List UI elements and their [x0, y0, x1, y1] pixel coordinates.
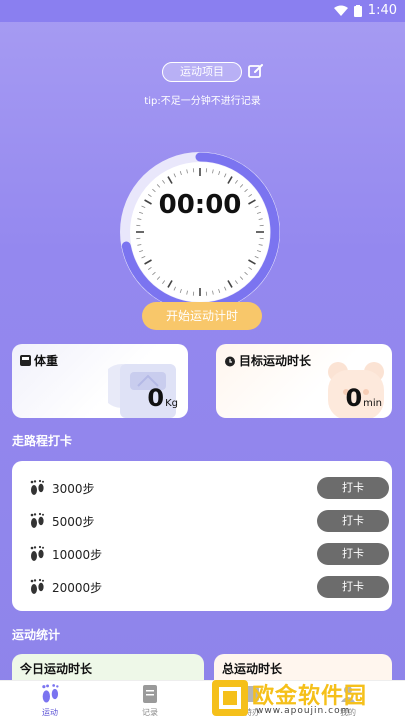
weight-title: 体重 [20, 352, 58, 369]
wifi-icon [333, 5, 348, 16]
watermark-logo-icon [212, 680, 248, 716]
tip-text: tip:不足一分钟不进行记录 [144, 96, 261, 107]
today-duration-label: 今日运动时长 [20, 662, 93, 676]
edit-icon[interactable] [248, 63, 264, 79]
walk-label-3000: 3000步 [52, 481, 95, 496]
walk-label-20000: 20000步 [52, 580, 103, 595]
footprint-icon [42, 684, 59, 703]
weight-icon [20, 355, 31, 366]
timer-display: 00:00 [158, 190, 242, 220]
target-value: 0min [345, 384, 382, 412]
timer-dial [120, 152, 280, 312]
status-bar: 1:40 [0, 0, 405, 22]
footprint-icon [30, 545, 44, 561]
target-duration-card[interactable]: 目标运动时长 0min [216, 344, 392, 418]
walk-section-title: 走路程打卡 [12, 434, 73, 448]
total-duration-label: 总运动时长 [222, 662, 283, 676]
weight-card[interactable]: 体重 0Kg [12, 344, 188, 418]
battery-icon [353, 4, 362, 17]
watermark: 欧金软件园 www.apoujin.com [208, 676, 400, 720]
target-title: 目标运动时长 [224, 352, 311, 369]
weight-unit: Kg [165, 398, 178, 409]
list-item: 5000步 [28, 512, 95, 530]
checkin-button-20000[interactable]: 打卡 [317, 576, 389, 598]
checkin-button-10000[interactable]: 打卡 [317, 543, 389, 565]
footprint-icon [30, 578, 44, 594]
start-timer-button[interactable]: 开始运动计时 [142, 302, 262, 330]
target-unit: min [363, 398, 382, 409]
checkin-button-3000[interactable]: 打卡 [317, 477, 389, 499]
footprint-icon [30, 479, 44, 495]
walk-label-10000: 10000步 [52, 547, 103, 562]
sport-type-button[interactable]: 运动项目 [162, 62, 242, 82]
list-item: 20000步 [28, 578, 102, 596]
walk-label-5000: 5000步 [52, 514, 95, 529]
weight-value: 0Kg [147, 384, 178, 412]
weight-label: 体重 [34, 354, 59, 368]
target-label: 目标运动时长 [239, 354, 312, 368]
checkin-button-5000[interactable]: 打卡 [317, 510, 389, 532]
tab-record[interactable]: 记录 [120, 683, 180, 718]
list-item: 10000步 [28, 545, 102, 563]
footprint-icon [30, 512, 44, 528]
status-time: 1:40 [367, 3, 397, 18]
tab-record-label: 记录 [142, 708, 158, 717]
alarm-clock-icon [225, 356, 235, 366]
record-icon [143, 685, 157, 703]
watermark-url: www.apoujin.com [256, 706, 351, 716]
stats-section-title: 运动统计 [12, 628, 61, 642]
list-item: 3000步 [28, 479, 95, 497]
weight-number: 0 [147, 384, 165, 412]
tab-exercise-label: 运动 [42, 708, 58, 717]
target-number: 0 [345, 384, 363, 412]
walk-checkin-card: 3000步 打卡 5000步 打卡 10000步 打卡 20000步 打卡 [12, 461, 392, 611]
tab-exercise[interactable]: 运动 [20, 683, 80, 718]
